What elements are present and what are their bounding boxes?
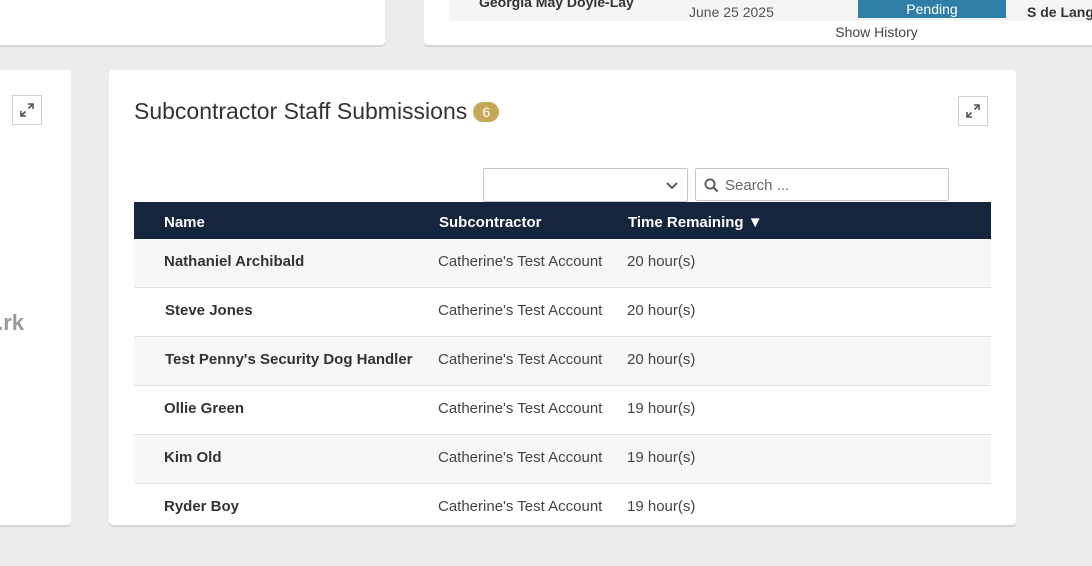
page-title: Subcontractor Staff Submissions (134, 98, 468, 124)
chevron-down-icon (666, 182, 678, 190)
subcontractor-submissions-card: Subcontractor Staff Submissions 6 Name S… (109, 70, 1016, 525)
expand-button[interactable] (958, 96, 988, 126)
row-time-remaining: 20 hour(s) (627, 351, 696, 368)
row-subcontractor: Catherine's Test Account (438, 449, 603, 466)
row-name: Steve Jones (165, 302, 253, 319)
filter-select[interactable] (483, 168, 688, 202)
column-header-name[interactable]: Name (164, 214, 205, 231)
expand-icon (966, 104, 980, 118)
column-header-subcontractor[interactable]: Subcontractor (439, 214, 542, 231)
history-row-approver: S de Lang (1027, 4, 1092, 20)
row-name: Ryder Boy (164, 498, 240, 515)
row-name: Ollie Green (164, 400, 245, 417)
top-left-card (0, 0, 385, 45)
row-time-remaining: 19 hour(s) (627, 400, 696, 417)
table-row[interactable]: Ollie Green Catherine's Test Account 19 … (134, 386, 991, 435)
show-history-link[interactable]: Show History (424, 24, 1092, 40)
table-row[interactable]: Nathaniel Archibald Catherine's Test Acc… (134, 239, 991, 288)
card-title: Subcontractor Staff Submissions 6 (134, 98, 500, 125)
search-icon (704, 178, 719, 193)
row-time-remaining: 19 hour(s) (627, 498, 696, 515)
table-row[interactable]: Test Penny's Security Dog Handler Cather… (134, 337, 991, 386)
expand-icon (20, 103, 34, 117)
history-row[interactable]: Georgia May Doyle-Lay June 25 2025 Pendi… (449, 0, 1092, 21)
table-header: Name Subcontractor Time Remaining ▼ (134, 202, 991, 239)
table-row[interactable]: Steve Jones Catherine's Test Account 20 … (134, 288, 991, 337)
row-subcontractor: Catherine's Test Account (438, 400, 603, 417)
left-card-text: rk. (0, 310, 24, 335)
column-header-time-remaining[interactable]: Time Remaining ▼ (628, 214, 763, 231)
row-subcontractor: Catherine's Test Account (438, 253, 603, 270)
submissions-table: Name Subcontractor Time Remaining ▼ Nath… (134, 202, 991, 525)
search-box[interactable] (695, 168, 949, 201)
history-row-date: June 25 2025 (689, 4, 774, 20)
row-time-remaining: 20 hour(s) (627, 302, 696, 319)
history-card: Georgia May Doyle-Lay June 25 2025 Pendi… (424, 0, 1092, 45)
row-time-remaining: 19 hour(s) (627, 449, 696, 466)
row-subcontractor: Catherine's Test Account (438, 351, 603, 368)
expand-button[interactable] (12, 95, 42, 125)
count-badge: 6 (473, 101, 500, 122)
history-row-name-text: Georgia May Doyle-Lay (479, 0, 634, 10)
row-subcontractor: Catherine's Test Account (438, 498, 603, 515)
status-badge: Pending (858, 0, 1006, 18)
history-row-name: Georgia May Doyle-Lay (479, 0, 669, 11)
row-name: Nathaniel Archibald (164, 253, 305, 270)
search-input[interactable] (725, 175, 940, 195)
row-time-remaining: 20 hour(s) (627, 253, 696, 270)
table-row[interactable]: Kim Old Catherine's Test Account 19 hour… (134, 435, 991, 484)
row-subcontractor: Catherine's Test Account (438, 302, 603, 319)
left-card: rk. (0, 70, 71, 525)
row-name: Kim Old (164, 449, 222, 466)
row-name: Test Penny's Security Dog Handler (165, 351, 413, 368)
table-row[interactable]: Ryder Boy Catherine's Test Account 19 ho… (134, 484, 991, 525)
